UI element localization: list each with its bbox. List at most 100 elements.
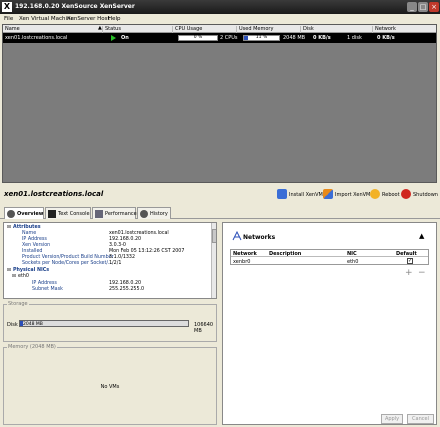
col-memory[interactable]: Used Memory	[237, 26, 301, 33]
attributes-scrollbar[interactable]	[211, 223, 216, 298]
vm-name: xen01.lostcreations.local	[5, 35, 68, 41]
disk-usage-bar: 2048 MB	[19, 320, 189, 327]
remove-network-button[interactable]: −	[418, 268, 426, 278]
col-nic: NIC	[347, 251, 357, 257]
menu-xen-vm[interactable]: Xen Virtual Machine	[19, 16, 74, 22]
attr-value: 192.168.0.20	[109, 281, 142, 286]
app-icon: X	[2, 2, 12, 12]
tab-overview-label: Overview	[17, 211, 44, 217]
add-network-button[interactable]: +	[405, 268, 413, 278]
collapse-icon[interactable]: ⊟	[7, 268, 11, 273]
attr-value: Mon Feb 05 13:12:26 CST 2007	[109, 249, 185, 254]
menu-file[interactable]: File	[4, 16, 13, 22]
disk-count: 1 disk	[347, 35, 362, 41]
window-title: 192.168.0.20 XenSource XenServer	[15, 3, 135, 10]
attr-value: 1/2/1	[109, 261, 122, 266]
cpu-count: 2 CPUs	[220, 35, 238, 41]
close-button[interactable]: ×	[429, 2, 439, 12]
memory-usage-bar: 11 %	[243, 35, 280, 41]
collapse-up-icon[interactable]: ▲	[419, 232, 424, 240]
menu-bar: File Xen Virtual Machine XenServer Host …	[0, 14, 440, 24]
tab-performance[interactable]: Performance	[92, 207, 137, 219]
minimize-button[interactable]: _	[407, 2, 417, 12]
no-vms-text: No VMs	[100, 384, 120, 390]
disk-total: 106640 MB	[194, 322, 214, 334]
memory-usage-value: 11 %	[255, 35, 268, 40]
tab-history-label: History	[150, 211, 168, 217]
attr-value: 192.168.0.20	[109, 237, 142, 242]
attr-row: Subnet Mask 255.255.255.0	[4, 287, 210, 293]
vm-status: On	[121, 35, 129, 41]
tab-bar: Overview Text Console Performance Histor…	[0, 206, 440, 219]
col-disk[interactable]: Disk	[301, 26, 373, 33]
storage-group: Storage Disk 2048 MB 106640 MB	[3, 301, 217, 342]
import-icon	[323, 189, 333, 199]
networks-table: Network Description NIC Default xenbr0 e…	[230, 249, 429, 265]
tab-overview[interactable]: Overview	[4, 207, 44, 219]
attr-key: Xen Version	[22, 243, 51, 248]
attr-value: xen01.lostcreations.local	[109, 231, 169, 236]
vm-row[interactable]: xen01.lostcreations.local On 0 % 2 CPUs …	[3, 33, 436, 43]
network-rate: 0 KB/s	[377, 35, 395, 41]
network-name: xenbr0	[233, 259, 251, 265]
attr-key: Installed	[22, 249, 43, 254]
col-network[interactable]: Network	[373, 26, 436, 33]
attr-key: Name	[22, 231, 37, 236]
col-cpu[interactable]: CPU Usage	[173, 26, 237, 33]
vm-list[interactable]: Name ▲ Status CPU Usage Used Memory Disk…	[2, 24, 437, 183]
attr-value: 3.1.0/1332	[109, 255, 136, 260]
attr-value: 3.0.3-0	[109, 243, 126, 248]
networks-title: Networks	[243, 234, 276, 241]
collapse-icon[interactable]: ⊟	[7, 225, 11, 230]
history-icon	[140, 210, 148, 218]
reboot-icon	[370, 189, 380, 199]
network-icon	[232, 231, 242, 241]
memory-title: Memory (2048 MB)	[7, 344, 57, 350]
performance-icon	[95, 210, 103, 218]
col-default: Default	[396, 251, 417, 257]
attr-key: Sockets per Node/Cores per Socket/...	[22, 261, 113, 266]
attr-value: 255.255.255.0	[109, 287, 145, 292]
sort-up-icon: ▲	[98, 25, 102, 31]
networks-table-header: Network Description NIC Default	[231, 250, 428, 257]
shutdown-label: Shutdown	[413, 192, 438, 198]
disk-label: Disk	[7, 322, 18, 328]
network-nic: eth0	[347, 259, 359, 265]
col-network: Network	[233, 251, 257, 257]
cancel-button[interactable]: Cancel	[407, 414, 434, 424]
tab-text-console[interactable]: Text Console	[45, 207, 91, 219]
host-toolbar: xen01.lostcreations.local Install XenVM …	[0, 185, 440, 205]
menu-xenserver-host[interactable]: XenServer Host	[67, 16, 110, 22]
disk-rate: 0 KB/s	[313, 35, 331, 41]
col-description: Description	[269, 251, 302, 257]
section-label: Attributes	[13, 225, 41, 230]
tab-performance-label: Performance	[105, 211, 137, 217]
attr-key: IP Address	[22, 237, 47, 242]
networks-panel: Networks ▲ Network Description NIC Defau…	[222, 222, 437, 425]
default-checkbox[interactable]: ✓	[407, 258, 413, 264]
scrollbar-thumb[interactable]	[212, 229, 216, 243]
attr-row: Sockets per Node/Cores per Socket/... 1/…	[4, 261, 210, 267]
col-name[interactable]: Name	[3, 26, 103, 33]
collapse-icon[interactable]: ⊟	[12, 274, 16, 279]
memory-group: Memory (2048 MB) No VMs	[3, 344, 217, 425]
tab-text-console-label: Text Console	[58, 211, 90, 217]
power-on-icon	[111, 35, 116, 41]
attr-key: IP Address	[32, 281, 57, 286]
tab-history[interactable]: History	[137, 207, 171, 219]
maximize-button[interactable]: □	[418, 2, 428, 12]
selected-host-title: xen01.lostcreations.local	[4, 190, 104, 198]
install-xenvm-label: Install XenVM	[289, 192, 323, 198]
menu-help[interactable]: Help	[108, 16, 121, 22]
apply-button[interactable]: Apply	[381, 414, 403, 424]
overview-icon	[7, 210, 15, 218]
console-icon	[48, 210, 56, 218]
attributes-panel: ⊟ Attributes Name xen01.lostcreations.lo…	[3, 222, 217, 299]
col-status[interactable]: Status	[103, 26, 173, 33]
table-row[interactable]: xenbr0 eth0 ✓	[231, 258, 428, 265]
section-label: Physical NICs	[13, 268, 50, 273]
memory-total: 2048 MB	[283, 35, 306, 41]
reboot-label: Reboot	[382, 192, 400, 198]
nic-subsection[interactable]: ⊟ eth0	[4, 274, 210, 280]
install-icon	[277, 189, 287, 199]
